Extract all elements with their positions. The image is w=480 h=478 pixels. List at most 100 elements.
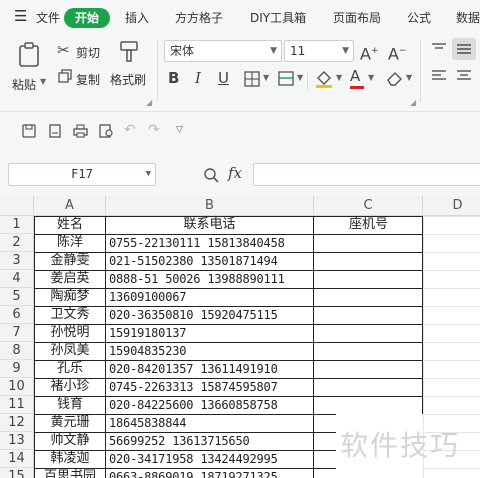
menu-file[interactable]: 文件: [36, 9, 60, 26]
underline-icon[interactable]: U: [218, 69, 229, 87]
font-color-icon[interactable]: A: [350, 67, 360, 85]
chevron-down-icon[interactable]: ▼: [263, 73, 269, 82]
font-size-select[interactable]: 11 ▼: [284, 40, 354, 62]
cell-landline[interactable]: [314, 306, 423, 324]
fill-color-icon[interactable]: [315, 69, 333, 89]
export-pdf-icon[interactable]: [48, 124, 62, 138]
cell-phone[interactable]: 020-36350810 15920475115: [106, 306, 313, 324]
insert-function-icon[interactable]: fx: [228, 164, 242, 182]
tab-formula[interactable]: 公式: [407, 9, 431, 26]
row-header[interactable]: 13: [0, 432, 34, 450]
cell-landline[interactable]: [314, 342, 423, 360]
decrease-font-icon[interactable]: A−: [388, 42, 407, 63]
column-header-b[interactable]: B: [106, 196, 314, 216]
row-header[interactable]: 7: [0, 324, 34, 342]
cell-phone[interactable]: 15919180137: [106, 324, 313, 342]
formula-input[interactable]: [253, 163, 480, 186]
format-painter-label[interactable]: 格式刷: [110, 71, 146, 88]
eraser-icon[interactable]: [386, 70, 404, 86]
column-header-a[interactable]: A: [34, 196, 106, 216]
undo-icon[interactable]: ↶: [124, 122, 136, 138]
chevron-down-icon[interactable]: ▼: [336, 73, 342, 82]
cell-name[interactable]: 褚小珍: [35, 378, 105, 396]
cell-name[interactable]: 帅文静: [35, 432, 105, 450]
zoom-search-icon[interactable]: [203, 167, 219, 183]
cell-name[interactable]: 孙凤美: [35, 342, 105, 360]
font-name-select[interactable]: 宋体 ▼: [164, 40, 282, 62]
hamburger-menu-icon[interactable]: ☰: [14, 7, 27, 25]
cell-phone[interactable]: 0745-2263313 15874595807: [106, 378, 313, 396]
cell-landline[interactable]: [314, 468, 423, 478]
cell-phone[interactable]: 0755-22130111 15813840458: [106, 234, 313, 252]
cell-landline[interactable]: [314, 288, 423, 306]
column-header-d[interactable]: D: [423, 196, 480, 216]
cell-phone[interactable]: 020-84201357 13611491910: [106, 360, 313, 378]
cell-name[interactable]: 钱育: [35, 396, 105, 414]
row-header[interactable]: 1: [0, 216, 34, 234]
save-icon[interactable]: [22, 124, 36, 138]
scissors-icon[interactable]: ✂: [57, 41, 70, 59]
row-header[interactable]: 11: [0, 396, 34, 414]
align-center-icon[interactable]: [456, 69, 472, 83]
cell-landline[interactable]: [314, 252, 423, 270]
cell-landline[interactable]: [314, 396, 423, 414]
dialog-launcher-icon[interactable]: ◢: [410, 98, 416, 107]
name-box[interactable]: F17 ▼: [8, 163, 156, 186]
cell-name[interactable]: 孙悦明: [35, 324, 105, 342]
cell-landline[interactable]: 座机号: [314, 216, 423, 234]
format-painter-icon[interactable]: [118, 40, 140, 64]
cell-name[interactable]: 陶痴梦: [35, 288, 105, 306]
cell-name[interactable]: 姓名: [35, 216, 105, 234]
cell-phone[interactable]: 联系电话: [106, 216, 313, 234]
cell-phone[interactable]: 0663-8869019 18719271325: [106, 468, 313, 478]
cell-phone[interactable]: 18645838844: [106, 414, 313, 432]
cell-landline[interactable]: [314, 360, 423, 378]
row-header[interactable]: 6: [0, 306, 34, 324]
tab-page-layout[interactable]: 页面布局: [333, 9, 381, 26]
chevron-down-icon[interactable]: ▼: [368, 73, 374, 82]
customize-toolbar-icon[interactable]: ▽: [176, 125, 183, 135]
column-header-c[interactable]: C: [314, 196, 423, 216]
merge-cells-icon[interactable]: [278, 71, 296, 87]
copy-label[interactable]: 复制: [76, 71, 100, 88]
cell-name[interactable]: 陈洋: [35, 234, 105, 252]
cell-landline[interactable]: [314, 324, 423, 342]
cell-landline[interactable]: [314, 378, 423, 396]
cell-name[interactable]: 黄元珊: [35, 414, 105, 432]
redo-icon[interactable]: ↷: [148, 122, 160, 138]
align-left-icon[interactable]: [431, 69, 447, 83]
row-header[interactable]: 2: [0, 234, 34, 252]
copy-icon[interactable]: [58, 69, 72, 83]
align-middle-button[interactable]: [452, 38, 476, 60]
chevron-down-icon[interactable]: ▼: [297, 73, 303, 82]
tab-insert[interactable]: 插入: [125, 9, 149, 26]
tab-start[interactable]: 开始: [64, 8, 110, 28]
tab-data[interactable]: 数据: [456, 9, 480, 26]
row-header[interactable]: 12: [0, 414, 34, 432]
cell-name[interactable]: 孔乐: [35, 360, 105, 378]
select-all-corner[interactable]: [0, 196, 34, 216]
dialog-launcher-icon[interactable]: ◢: [146, 98, 152, 107]
borders-icon[interactable]: [244, 71, 260, 87]
cell-name[interactable]: 姜启英: [35, 270, 105, 288]
cell-landline[interactable]: [314, 234, 423, 252]
cell-name[interactable]: 金静雯: [35, 252, 105, 270]
cell-phone[interactable]: 021-51502380 13501871494: [106, 252, 313, 270]
row-header[interactable]: 14: [0, 450, 34, 468]
paste-button[interactable]: 粘贴 ▼: [12, 42, 52, 98]
cell-landline[interactable]: [314, 270, 423, 288]
cell-phone[interactable]: 020-84225600 13660858758: [106, 396, 313, 414]
cell-name[interactable]: 卫文秀: [35, 306, 105, 324]
row-header[interactable]: 15: [0, 468, 34, 478]
cell-name[interactable]: 百思书园: [35, 468, 105, 478]
cell-phone[interactable]: 0888-51 50026 13988890111: [106, 270, 313, 288]
cell-phone[interactable]: 020-34171958 13424492995: [106, 450, 313, 468]
cell-phone[interactable]: 15904835230: [106, 342, 313, 360]
cut-label[interactable]: 剪切: [76, 44, 100, 61]
row-header[interactable]: 8: [0, 342, 34, 360]
cell-phone[interactable]: 13609100067: [106, 288, 313, 306]
tab-diy-toolbox[interactable]: DIY工具箱: [250, 9, 306, 26]
print-preview-icon[interactable]: [99, 124, 114, 138]
align-top-icon[interactable]: [431, 42, 447, 56]
row-header[interactable]: 4: [0, 270, 34, 288]
